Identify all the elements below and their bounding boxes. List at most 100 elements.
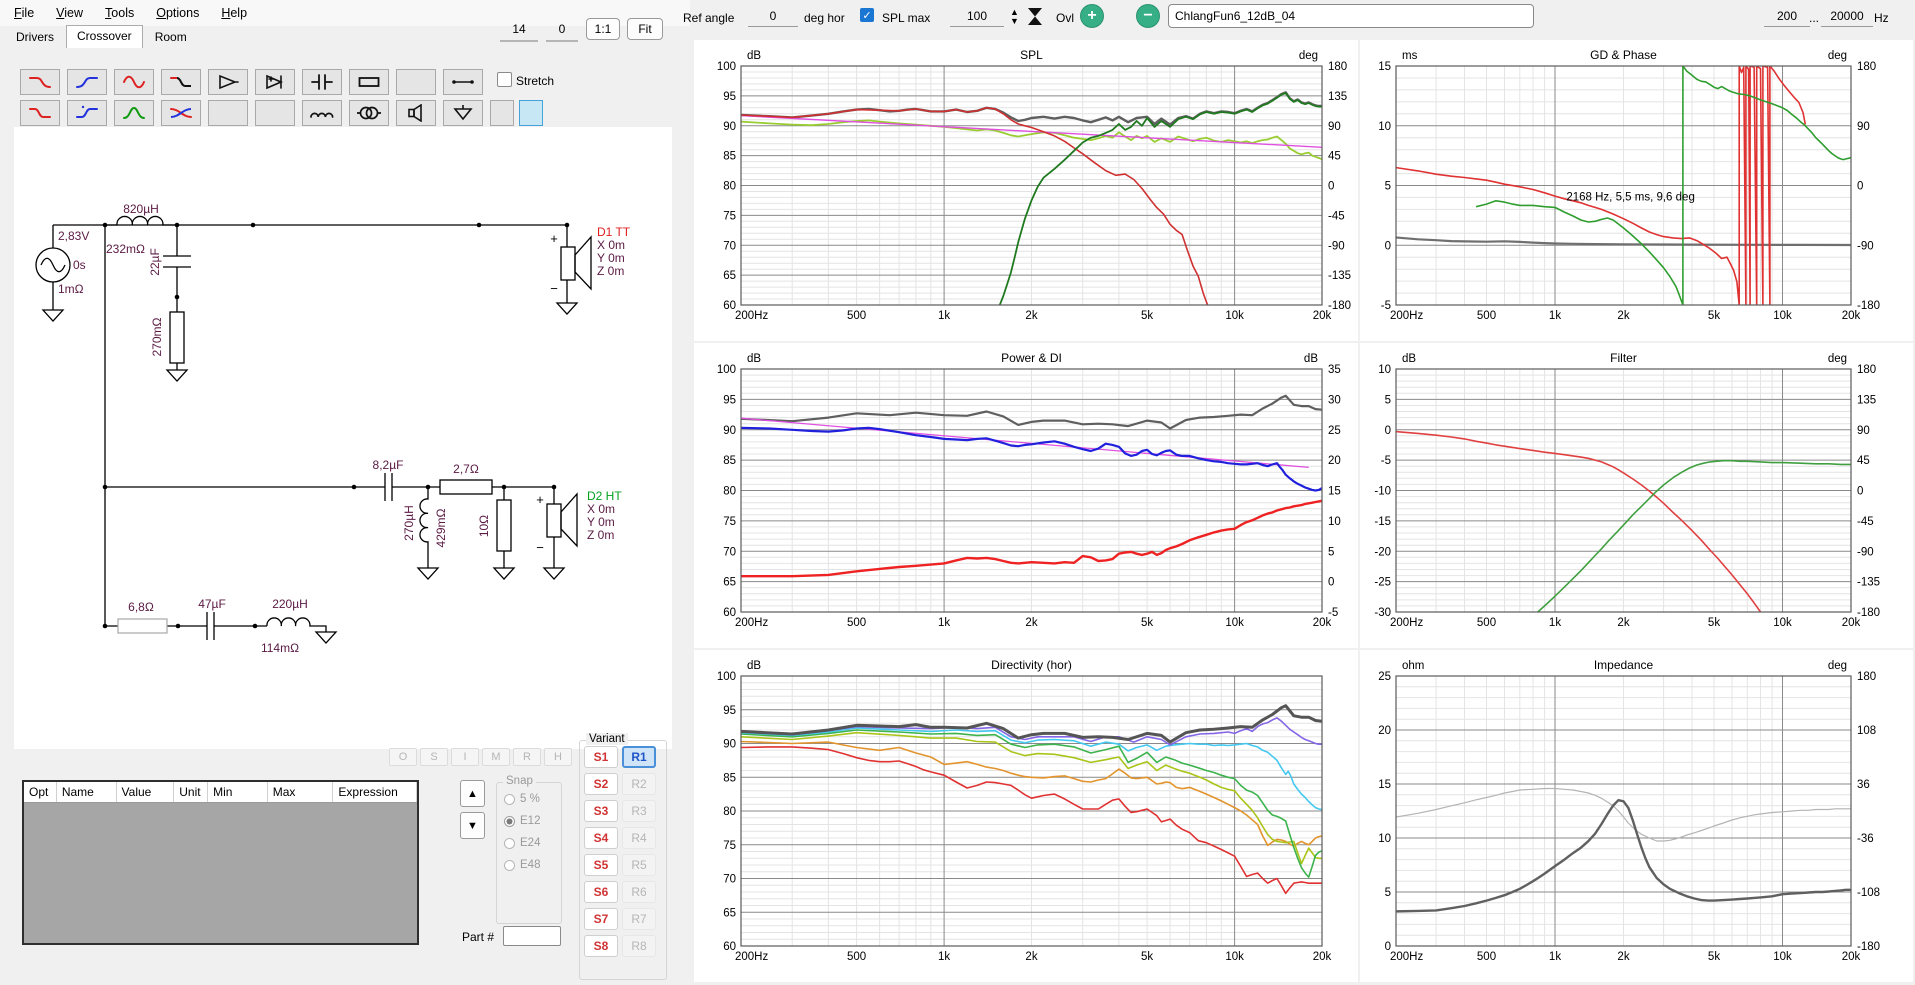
variant-r5-button[interactable]: R5	[622, 854, 656, 876]
variant-s8-button[interactable]: S8	[584, 935, 618, 957]
col-header-max[interactable]: Max	[268, 782, 334, 802]
svg-text:1k: 1k	[1549, 310, 1561, 322]
svg-text:5: 5	[1385, 181, 1391, 193]
spl-max-input[interactable]	[950, 6, 1004, 27]
tab-crossover[interactable]: Crossover	[66, 25, 143, 48]
mini-button-i[interactable]: I	[451, 748, 479, 766]
mini-button-r[interactable]: R	[513, 748, 541, 766]
highpass-icon[interactable]	[67, 69, 107, 95]
snap-option-5[interactable]: 5 %	[504, 793, 561, 805]
svg-text:200Hz: 200Hz	[735, 617, 768, 629]
lowpass-icon[interactable]	[20, 69, 60, 95]
fit-button[interactable]: Fit	[627, 18, 663, 40]
chart-gd-phase[interactable]: -5051015180900-90-180200Hz5001k2k5k10k20…	[1360, 40, 1913, 341]
project-name-input[interactable]	[1168, 4, 1534, 28]
col-header-min[interactable]: Min	[208, 782, 268, 802]
variant-r7-button[interactable]: R7	[622, 908, 656, 930]
freq-min-input[interactable]	[1764, 6, 1810, 27]
part-number-input[interactable]	[503, 926, 561, 946]
col-header-opt[interactable]: Opt	[24, 782, 57, 802]
variant-r4-button[interactable]: R4	[622, 827, 656, 849]
opamp-icon[interactable]	[255, 69, 295, 95]
variant-s2-button[interactable]: S2	[584, 773, 618, 795]
menu-file[interactable]: File	[14, 6, 34, 20]
col-header-value[interactable]: Value	[117, 782, 175, 802]
ref-angle-input[interactable]	[748, 6, 798, 27]
peak-icon[interactable]	[114, 100, 154, 126]
one-to-one-button[interactable]: 1:1	[586, 18, 620, 40]
move-up-button[interactable]: ▲	[460, 780, 485, 807]
variant-s3-button[interactable]: S3	[584, 800, 618, 822]
chart-spl[interactable]: 606570758085909510018013590450-45-90-135…	[694, 40, 1358, 341]
autoscale-icon[interactable]	[1026, 7, 1044, 26]
variant-row: S6R6	[584, 881, 666, 903]
snap-option-e24[interactable]: E24	[504, 837, 561, 849]
svg-text:5k: 5k	[1141, 617, 1153, 629]
variant-s7-button[interactable]: S7	[584, 908, 618, 930]
svg-text:2k: 2k	[1025, 310, 1037, 322]
chart-filter[interactable]: -30-25-20-15-10-5051018013590450-45-90-1…	[1360, 343, 1913, 648]
zero-button[interactable]: 0	[546, 18, 578, 42]
transformer-icon[interactable]	[349, 100, 389, 126]
overlay-remove-button[interactable]: −	[1136, 4, 1160, 28]
svg-text:GD & Phase: GD & Phase	[1590, 48, 1657, 62]
variant-r1-button[interactable]: R1	[622, 746, 656, 768]
wire-icon[interactable]	[443, 69, 483, 95]
mini-button-m[interactable]: M	[482, 748, 510, 766]
variant-s6-button[interactable]: S6	[584, 881, 618, 903]
variant-s5-button[interactable]: S5	[584, 854, 618, 876]
move-down-button[interactable]: ▼	[460, 812, 485, 839]
delete-tool-button[interactable]	[519, 100, 543, 126]
overlay-add-button[interactable]: +	[1080, 4, 1104, 28]
mini-button-h[interactable]: H	[544, 748, 572, 766]
lowshelf-icon[interactable]	[20, 100, 60, 126]
resistor-icon[interactable]	[349, 69, 389, 95]
menu-tools[interactable]: Tools	[105, 6, 134, 20]
mini-button-o[interactable]: O	[389, 748, 417, 766]
shelf-icon[interactable]	[161, 69, 201, 95]
tab-drivers[interactable]: Drivers	[5, 26, 65, 48]
ground-icon[interactable]	[443, 100, 483, 126]
variant-s1-button[interactable]: S1	[584, 746, 618, 768]
tab-room[interactable]: Room	[144, 26, 198, 48]
grid-size-button[interactable]: 14	[500, 18, 538, 42]
svg-text:20k: 20k	[1313, 617, 1332, 629]
snap-option-e48[interactable]: E48	[504, 859, 561, 871]
gf-button[interactable]	[255, 100, 295, 126]
variant-s4-button[interactable]: S4	[584, 827, 618, 849]
spl-max-checkbox[interactable]: ✓	[860, 8, 874, 22]
variant-r8-button[interactable]: R8	[622, 935, 656, 957]
col-header-name[interactable]: Name	[57, 782, 117, 802]
crossover-icon[interactable]	[161, 100, 201, 126]
mini-button-s[interactable]: S	[420, 748, 448, 766]
chart-directivity[interactable]: 6065707580859095100200Hz5001k2k5k10k20kd…	[694, 650, 1358, 982]
lib-button[interactable]	[396, 69, 436, 95]
stretch-checkbox[interactable]	[497, 72, 512, 87]
snap-option-e12[interactable]: E12	[504, 815, 561, 827]
variant-r3-button[interactable]: R3	[622, 800, 656, 822]
menu-options[interactable]: Options	[156, 6, 199, 20]
col-header-expression[interactable]: Expression	[333, 782, 417, 802]
buffer-icon[interactable]	[208, 69, 248, 95]
col-header-unit[interactable]: Unit	[174, 782, 208, 802]
bandpass-icon[interactable]	[114, 69, 154, 95]
freq-max-input[interactable]	[1821, 6, 1873, 27]
menu-view[interactable]: View	[56, 6, 83, 20]
menu-help[interactable]: Help	[221, 6, 247, 20]
variant-r6-button[interactable]: R6	[622, 881, 656, 903]
spl-max-spinner[interactable]: ▲▼	[1006, 5, 1023, 28]
text-tool-button[interactable]	[490, 100, 514, 126]
svg-text:Directivity (hor): Directivity (hor)	[991, 658, 1072, 672]
highshelf-icon[interactable]	[67, 100, 107, 126]
svg-text:200Hz: 200Hz	[735, 310, 768, 322]
capacitor-icon[interactable]	[302, 69, 342, 95]
parameter-table[interactable]: OptNameValueUnitMinMaxExpression	[22, 780, 419, 945]
schematic-canvas[interactable]: + − + − 2,83V 0s 1mΩ 820µH 232mΩ 22µF 27…	[14, 127, 672, 749]
speaker-icon[interactable]	[396, 100, 436, 126]
svg-text:0: 0	[1328, 181, 1334, 193]
inductor-icon[interactable]	[302, 100, 342, 126]
chart-impedance[interactable]: 051015202518010836-36-108-180200Hz5001k2…	[1360, 650, 1913, 982]
biq-button[interactable]	[208, 100, 248, 126]
variant-r2-button[interactable]: R2	[622, 773, 656, 795]
chart-power-di[interactable]: 606570758085909510035302520151050-5200Hz…	[694, 343, 1358, 648]
